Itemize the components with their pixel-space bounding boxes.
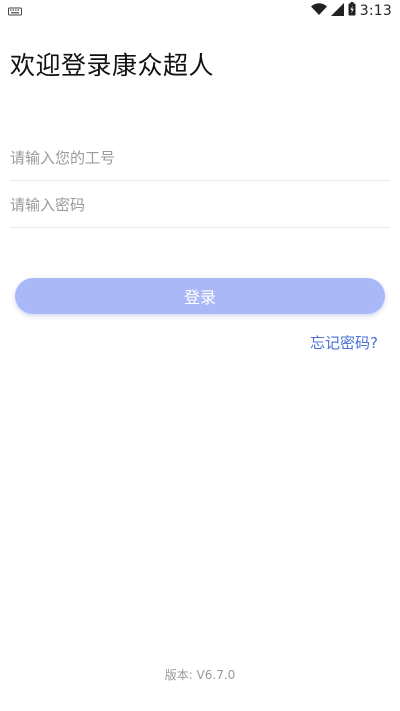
employee-id-input[interactable] — [10, 135, 390, 180]
employee-id-field-container — [10, 135, 390, 181]
version-label: 版本: V6.7.0 — [164, 668, 236, 682]
forgot-password-link[interactable]: 忘记密码? — [310, 332, 378, 353]
page-title: 欢迎登录康众超人 — [10, 51, 215, 80]
status-bar: 3:13 — [0, 0, 400, 22]
wifi-icon — [310, 2, 327, 20]
keyboard-icon — [8, 2, 22, 21]
password-field-container — [10, 182, 390, 228]
signal-icon — [330, 2, 344, 20]
login-button[interactable]: 登录 — [15, 278, 385, 314]
status-time: 3:13 — [359, 3, 392, 19]
battery-icon — [348, 2, 356, 20]
password-input[interactable] — [10, 182, 390, 227]
